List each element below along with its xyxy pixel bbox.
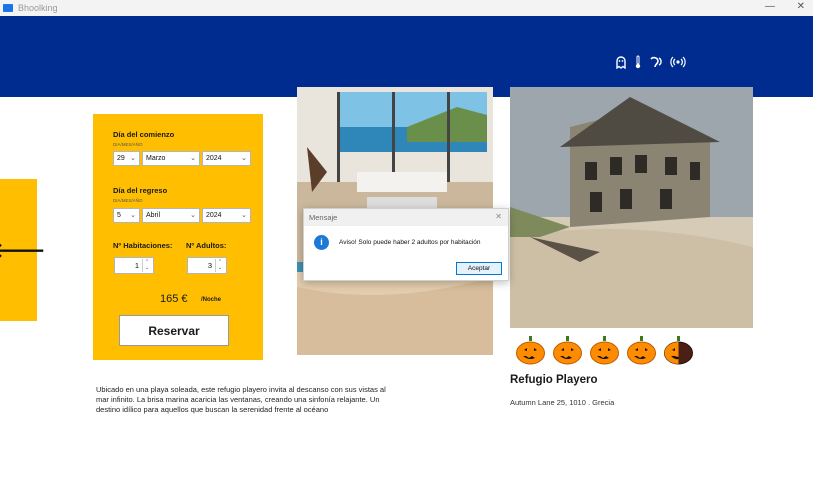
reserve-button[interactable]: Reservar (119, 315, 229, 346)
ghost-icon[interactable] (614, 55, 628, 69)
listing-address: Autumn Lane 25, 1010 . Grecia (510, 398, 615, 407)
accessibility-icons (614, 55, 686, 69)
return-year-select[interactable]: 2024 ⌄ (202, 208, 251, 223)
chevron-down-icon: ⌄ (130, 212, 136, 219)
window-title: Bhoolking (18, 3, 58, 13)
chevron-down-icon: ⌄ (241, 155, 247, 162)
chevron-down-icon: ⌄ (130, 155, 136, 162)
message-dialog: Mensaje ✕ i Aviso! Solo puede haber 2 ad… (303, 208, 509, 281)
title-bar: Bhoolking — ✕ (0, 0, 813, 16)
hearing-icon[interactable] (648, 55, 664, 69)
stepper-arrows-icon[interactable]: ⌃ ⌄ (142, 259, 151, 272)
rooms-label: Nº Habitaciones: (113, 241, 173, 250)
adults-label: Nº Adultos: (186, 241, 227, 250)
return-day-select[interactable]: 5 ⌄ (113, 208, 140, 223)
dialog-ok-button[interactable]: Aceptar (456, 262, 502, 275)
thermometer-icon[interactable] (634, 55, 642, 69)
pumpkin-icon (516, 336, 545, 365)
minimize-button[interactable]: — (765, 1, 775, 12)
listing-description: Ubicado en una playa soleada, este refug… (96, 385, 386, 414)
dialog-close-button[interactable]: ✕ (495, 212, 502, 221)
adults-stepper[interactable]: 3 ⌃ ⌄ (187, 257, 227, 274)
arrow-left-icon: 🡐 (0, 239, 46, 262)
half-pumpkin-icon (664, 336, 693, 365)
price-value: 165 € (160, 293, 188, 305)
rooms-stepper[interactable]: 1 ⌃ ⌄ (114, 257, 154, 274)
price-unit: /Noche (201, 297, 222, 303)
stepper-arrows-icon[interactable]: ⌃ ⌄ (215, 259, 224, 272)
pumpkin-icon (627, 336, 656, 365)
chevron-down-icon: ⌄ (190, 155, 196, 162)
chevron-down-icon: ⌄ (190, 212, 196, 219)
dialog-message: Aviso! Solo puede haber 2 adultos por ha… (339, 239, 481, 246)
chevron-down-icon: ⌄ (241, 212, 247, 219)
start-date-hint: DIA/MES/AÑO (113, 142, 143, 147)
app-icon (3, 4, 13, 12)
wireless-icon[interactable] (670, 55, 686, 69)
abandoned-house-photo (510, 87, 753, 328)
dialog-title: Mensaje (309, 213, 338, 222)
rating-pumpkins (515, 335, 694, 365)
return-date-label: Día del regreso (113, 186, 168, 195)
start-date-label: Día del comienzo (113, 130, 175, 139)
start-month-select[interactable]: Marzo ⌄ (142, 151, 200, 166)
return-month-select[interactable]: Abril ⌄ (142, 208, 200, 223)
back-button[interactable]: 🡐 (0, 179, 45, 321)
start-day-select[interactable]: 29 ⌄ (113, 151, 140, 166)
listing-name: Refugio Playero (510, 374, 598, 386)
close-window-button[interactable]: ✕ (797, 1, 805, 12)
start-year-select[interactable]: 2024 ⌄ (202, 151, 251, 166)
info-icon: i (314, 235, 329, 250)
pumpkin-icon (553, 336, 582, 365)
dialog-body: i Aviso! Solo puede haber 2 adultos por … (304, 226, 508, 280)
return-date-hint: DIA/MES/AÑO (113, 198, 143, 203)
header-bar (0, 16, 813, 97)
pumpkin-icon (590, 336, 619, 365)
